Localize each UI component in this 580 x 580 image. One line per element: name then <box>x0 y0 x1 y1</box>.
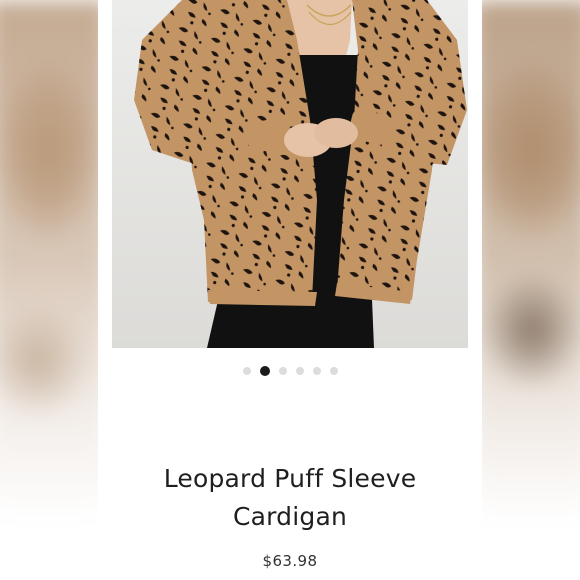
carousel-dot-5[interactable] <box>312 367 321 375</box>
carousel-dot-3[interactable] <box>278 367 287 375</box>
product-photo-illustration <box>112 0 468 348</box>
product-title: Leopard Puff Sleeve Cardigan <box>98 460 482 536</box>
product-title-line1: Leopard Puff Sleeve <box>163 464 417 493</box>
page: Leopard Puff Sleeve Cardigan $63.98 <box>0 0 580 580</box>
blurred-backdrop-right <box>472 0 580 580</box>
carousel-indicators <box>98 366 482 376</box>
product-title-line2: Cardigan <box>232 502 348 531</box>
blurred-backdrop-left <box>0 0 108 580</box>
carousel-dot-4[interactable] <box>295 367 304 375</box>
product-price: $63.98 <box>262 552 318 570</box>
product-card: Leopard Puff Sleeve Cardigan $63.98 <box>98 0 482 580</box>
carousel-dot-6[interactable] <box>329 367 338 375</box>
carousel-dot-1[interactable] <box>242 367 251 375</box>
carousel-dot-2-active[interactable] <box>259 366 270 376</box>
product-image[interactable] <box>112 0 468 348</box>
